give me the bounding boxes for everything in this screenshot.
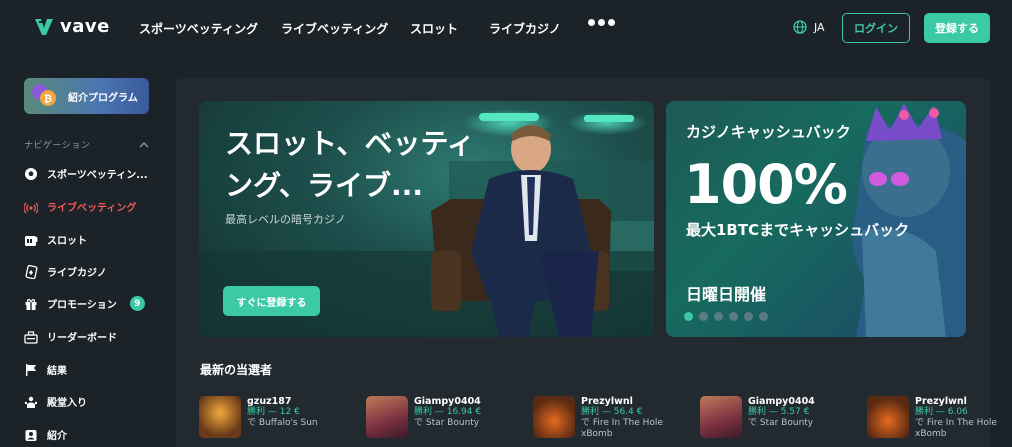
winner-card[interactable]: Prezylwnl 勝利 — 56.4 € で Fire In The Hole…	[533, 396, 671, 440]
hero-subtitle: 最高レベルの暗号カジノ	[225, 213, 346, 226]
soccer-ball-icon	[25, 167, 37, 180]
logo[interactable]: vave	[34, 16, 110, 37]
sidebar: ₿ 紹介プログラム ナビゲーション スポーツベッティン... ライブベッティング…	[0, 56, 175, 447]
referral-program-label: 紹介プログラム	[68, 92, 138, 104]
sidebar-item-live-casino[interactable]: ライブカジノ	[24, 264, 154, 279]
winner-amount: 勝利 — 5.57 €	[748, 407, 810, 417]
winner-game: で Fire In The Hole xBomb	[915, 418, 997, 439]
sidebar-item-label: 殿堂入り	[47, 398, 87, 409]
winner-amount: 勝利 — 56.4 €	[581, 407, 643, 417]
sidebar-item-label: ライブカジノ	[47, 268, 107, 279]
hero-banner[interactable]: スロット、ベッティング、ライブ... 最高レベルの暗号カジノ すぐに登録する	[199, 101, 654, 337]
sidebar-item-referral[interactable]: 紹介	[24, 427, 154, 442]
hall-of-fame-icon	[24, 396, 38, 408]
cashback-percent: 100%	[684, 153, 848, 216]
nav-live-betting[interactable]: ライブベッティング	[281, 20, 388, 37]
recent-winners-title: 最新の当選者	[200, 363, 273, 377]
winner-card[interactable]: Giampy0404 勝利 — 5.57 € で Star Bounty	[700, 396, 815, 438]
winner-name: gzuz187	[247, 396, 292, 407]
navigation-header[interactable]: ナビゲーション	[24, 138, 149, 151]
sidebar-item-label: リーダーボード	[47, 333, 117, 344]
winner-game: で Buffalo's Sun	[247, 418, 318, 428]
carousel-dots	[684, 312, 768, 321]
game-thumbnail	[366, 396, 408, 438]
live-signal-icon	[24, 202, 38, 213]
winner-amount: 勝利 — 6.06	[915, 407, 968, 417]
coins-icon: ₿	[28, 79, 62, 113]
nav-live-casino[interactable]: ライブカジノ	[489, 20, 561, 37]
nav-slots[interactable]: スロット	[410, 20, 458, 37]
sidebar-item-label: ライブベッティング	[47, 203, 137, 214]
carousel-dot[interactable]	[714, 312, 723, 321]
winner-card[interactable]: Prezylwnl 勝利 — 6.06 で Fire In The Hole x…	[867, 396, 1005, 440]
vave-logo-icon	[35, 18, 53, 35]
winner-name: Giampy0404	[748, 396, 815, 407]
referral-program-card[interactable]: ₿ 紹介プログラム	[24, 78, 149, 114]
sidebar-item-label: スポーツベッティン...	[47, 170, 148, 181]
logo-text: vave	[60, 16, 110, 37]
hero-title: スロット、ベッティング、ライブ...	[225, 127, 475, 202]
carousel-dot[interactable]	[759, 312, 768, 321]
sidebar-item-hall-of-fame[interactable]: 殿堂入り	[24, 394, 154, 409]
leaderboard-icon	[24, 330, 38, 344]
hero-register-button[interactable]: すぐに登録する	[223, 286, 320, 316]
game-thumbnail	[700, 396, 742, 438]
navigation-header-label: ナビゲーション	[24, 141, 91, 151]
referral-icon	[25, 429, 37, 441]
gift-icon	[25, 298, 37, 310]
winner-game: で Star Bounty	[748, 418, 814, 428]
cashback-banner[interactable]: カジノキャッシュバック 100% 最大1BTCまでキャッシュバック 日曜日開催	[666, 101, 966, 337]
winner-game: で Fire In The Hole xBomb	[581, 418, 663, 439]
sidebar-item-label: 紹介	[47, 431, 67, 442]
register-button[interactable]: 登録する	[924, 13, 990, 43]
sidebar-item-label: 結果	[47, 366, 67, 377]
sidebar-item-slots[interactable]: スロット	[24, 232, 154, 247]
winner-card[interactable]: Giampy0404 勝利 — 16.94 € で Star Bounty	[366, 396, 481, 438]
casino-card-icon	[25, 264, 38, 279]
sidebar-item-label: スロット	[47, 236, 87, 247]
carousel-dot[interactable]	[744, 312, 753, 321]
winner-amount: 勝利 — 16.94 €	[414, 407, 482, 417]
nav-sports-betting[interactable]: スポーツベッティング	[139, 20, 258, 37]
carousel-dot[interactable]	[684, 312, 693, 321]
more-dots-icon[interactable]	[588, 19, 615, 26]
cashback-day: 日曜日開催	[686, 285, 767, 304]
cashback-subtitle: 最大1BTCまでキャッシュバック	[686, 221, 910, 239]
winner-game: で Star Bounty	[414, 418, 480, 428]
winner-name: Prezylwnl	[581, 396, 633, 407]
language-code: JA	[814, 20, 825, 34]
winner-card[interactable]: gzuz187 勝利 — 12 € で Buffalo's Sun	[199, 396, 318, 438]
carousel-dot[interactable]	[699, 312, 708, 321]
sidebar-item-label: プロモーション	[47, 300, 117, 311]
cashback-title: カジノキャッシュバック	[686, 123, 851, 141]
game-thumbnail	[533, 396, 575, 438]
winner-name: Giampy0404	[414, 396, 481, 407]
winner-name: Prezylwnl	[915, 396, 967, 407]
slot-machine-icon	[25, 235, 38, 246]
carousel-dot[interactable]	[729, 312, 738, 321]
sidebar-item-live-betting[interactable]: ライブベッティング	[24, 199, 154, 214]
globe-icon	[793, 20, 807, 34]
winner-amount: 勝利 — 12 €	[247, 407, 300, 417]
language-selector[interactable]: JA	[793, 20, 825, 34]
sidebar-item-promotions[interactable]: プロモーション 9	[24, 296, 154, 311]
login-button[interactable]: ログイン	[842, 13, 910, 43]
game-thumbnail	[199, 396, 241, 438]
chevron-up-icon	[139, 142, 149, 148]
sidebar-item-results[interactable]: 結果	[24, 362, 154, 377]
top-bar: vave スポーツベッティング ライブベッティング スロット ライブカジノ JA…	[0, 0, 1012, 56]
game-thumbnail	[867, 396, 909, 438]
flag-icon	[26, 363, 36, 376]
sidebar-item-sports-betting[interactable]: スポーツベッティン...	[24, 166, 154, 181]
svg-text:₿: ₿	[44, 93, 52, 105]
promotions-count-badge: 9	[129, 296, 145, 311]
sidebar-item-leaderboard[interactable]: リーダーボード	[24, 329, 154, 344]
